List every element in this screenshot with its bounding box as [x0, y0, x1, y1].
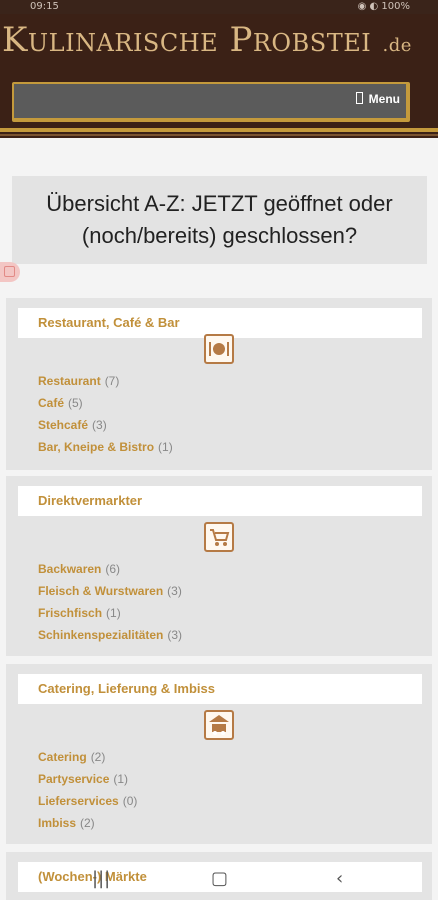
divider	[0, 134, 438, 136]
dining-plate-icon	[204, 334, 234, 364]
menu-label: Menu	[368, 92, 400, 106]
menu-button[interactable]: Menu	[355, 92, 400, 106]
list-item[interactable]: Partyservice (1)	[38, 768, 137, 790]
status-icons: ◉ ◐ 100%	[357, 1, 410, 12]
category-heading[interactable]: Direktvermarkter	[18, 486, 422, 516]
menu-icon	[355, 92, 363, 104]
shopping-cart-icon	[204, 522, 234, 552]
delivery-van-icon	[204, 710, 234, 740]
status-bar: 09:15 ◉ ◐ 100%	[0, 0, 438, 14]
list-item[interactable]: Stehcafé (3)	[38, 414, 173, 436]
list-item[interactable]: Imbiss (2)	[38, 812, 137, 834]
category-card-catering: Catering, Lieferung & Imbiss Catering (2)…	[6, 664, 432, 844]
page-title: Übersicht A-Z: JETZT geöffnet oder (noch…	[12, 176, 427, 264]
logo-text: Kulinarische Probstei	[2, 20, 372, 60]
category-card-restaurant: Restaurant, Café & Bar Restaurant (7) Caf…	[6, 298, 432, 470]
nav-inner: Menu	[14, 84, 406, 118]
list-item[interactable]: Lieferservices (0)	[38, 790, 137, 812]
logo-tld: .de	[382, 35, 412, 56]
site-logo[interactable]: Kulinarische Probstei .de	[2, 20, 412, 60]
category-list: Restaurant (7) Café (5) Stehcafé (3) Bar, K…	[38, 370, 173, 458]
recent-apps-button[interactable]: |||	[92, 868, 110, 889]
floating-camera-icon[interactable]	[0, 262, 20, 282]
site-header: Kulinarische Probstei .de	[0, 14, 438, 76]
list-item[interactable]: Fleisch & Wurstwaren (3)	[38, 580, 182, 602]
status-time: 09:15	[30, 1, 59, 12]
category-list: Backwaren (6) Fleisch & Wurstwaren (3) Fri…	[38, 558, 182, 646]
list-item[interactable]: Catering (2)	[38, 746, 137, 768]
list-item[interactable]: Restaurant (7)	[38, 370, 173, 392]
list-item[interactable]: Frischfisch (1)	[38, 602, 182, 624]
list-item[interactable]: Backwaren (6)	[38, 558, 182, 580]
list-item[interactable]: Bar, Kneipe & Bistro (1)	[38, 436, 173, 458]
category-card-direktvermarkter: Direktvermarkter Backwaren (6) Fleisch & …	[6, 476, 432, 656]
category-list: Catering (2) Partyservice (1) Lieferservic…	[38, 746, 137, 834]
list-item[interactable]: Café (5)	[38, 392, 173, 414]
nav-bar: Menu	[0, 76, 438, 138]
category-heading[interactable]: Catering, Lieferung & Imbiss	[18, 674, 422, 704]
home-button[interactable]: ▢	[211, 868, 228, 889]
page-title-text: Übersicht A-Z: JETZT geöffnet oder (noch…	[46, 191, 393, 248]
divider	[0, 128, 438, 132]
system-navigation-bar: ||| ▢ ‹	[0, 866, 438, 900]
back-button[interactable]: ‹	[336, 868, 343, 889]
list-item[interactable]: Schinkenspezialitäten (3)	[38, 624, 182, 646]
